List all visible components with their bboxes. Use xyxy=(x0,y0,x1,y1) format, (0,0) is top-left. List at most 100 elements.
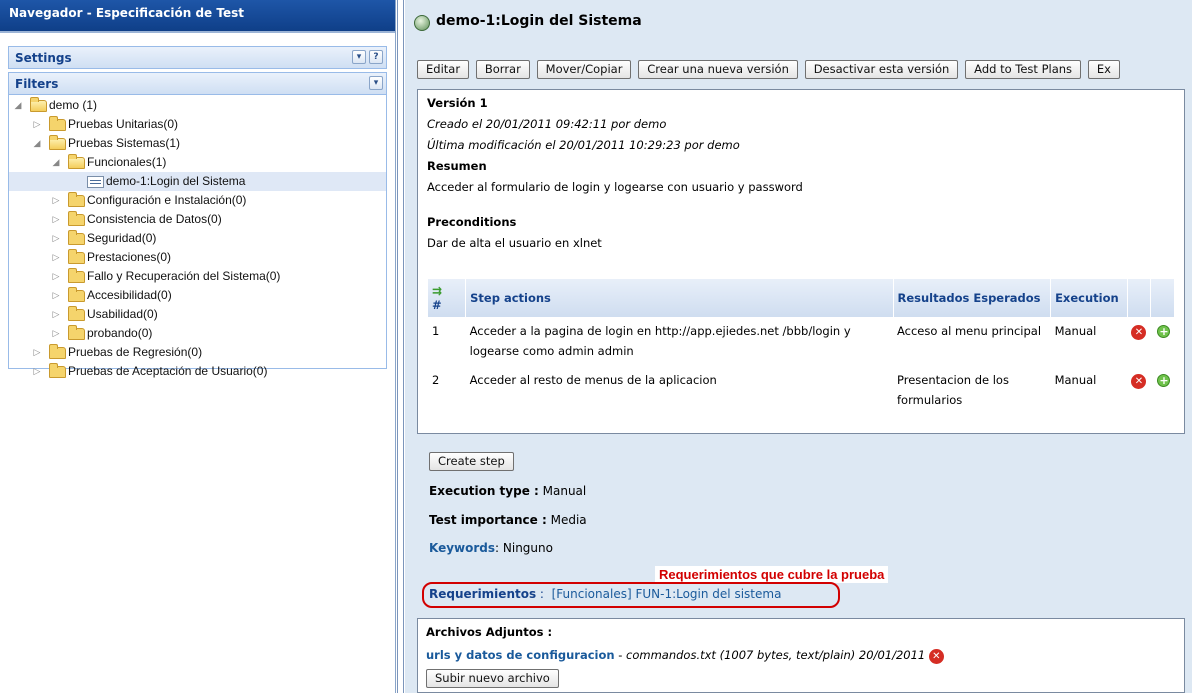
create-step-button[interactable]: Create step xyxy=(429,452,514,471)
tree-folder-node[interactable]: ▷ Seguridad(0) xyxy=(9,229,386,248)
tree-folder-node[interactable]: ▷ Pruebas de Aceptación de Usuario(0) xyxy=(9,362,386,381)
folder-icon xyxy=(68,287,85,302)
step-row[interactable]: 2 Acceder al resto de menus de la aplicac… xyxy=(428,366,1175,415)
modified-info: Última modificación el 20/01/2011 10:29:… xyxy=(427,138,740,152)
collapse-arrow-icon[interactable]: ◢ xyxy=(13,96,23,115)
testcase-icon xyxy=(414,15,430,31)
tree-folder-node[interactable]: ▷ probando(0) xyxy=(9,324,386,343)
delete-step-icon[interactable]: ✕ xyxy=(1131,325,1147,340)
expand-arrow-icon[interactable]: ▷ xyxy=(51,286,61,305)
tree-node-label: Pruebas Unitarias(0) xyxy=(68,117,179,131)
export-button[interactable]: Ex xyxy=(1087,60,1120,79)
expand-arrow-icon[interactable]: ▷ xyxy=(32,343,42,362)
expand-arrow-icon[interactable]: ▷ xyxy=(51,324,61,343)
created-info: Creado el 20/01/2011 09:42:11 por demo xyxy=(427,117,667,131)
keywords-label: Keywords xyxy=(429,541,496,555)
insert-step-icon[interactable]: + xyxy=(1157,325,1171,338)
requirement-link[interactable]: [Funcionales] FUN-1:Login del sistema xyxy=(552,587,782,601)
expand-arrow-icon[interactable]: ▷ xyxy=(51,191,61,210)
test-spec-tree: ◢ demo (1) ▷ Pruebas Unitarias(0) ◢ Pruebas S… xyxy=(8,95,387,378)
folder-icon xyxy=(68,211,85,226)
expand-arrow-icon[interactable]: ▷ xyxy=(32,362,42,381)
importance-value: Media xyxy=(550,513,587,527)
delete-step-icon[interactable]: ✕ xyxy=(1131,374,1147,389)
tree-folder-node[interactable]: ▷ Usabilidad(0) xyxy=(9,305,386,324)
panel-splitter[interactable] xyxy=(397,0,404,693)
tree-folder-node[interactable]: ▷ Accesibilidad(0) xyxy=(9,286,386,305)
settings-label: Settings xyxy=(15,51,72,65)
step-row[interactable]: 1 Acceder a la pagina de login en http://… xyxy=(428,317,1175,366)
requirements-row: Requerimientos : [Funcionales] FUN-1:Log… xyxy=(429,587,782,601)
tree-folder-node[interactable]: ▷ Configuración e Instalación(0) xyxy=(9,191,386,210)
step-execution: Manual xyxy=(1054,324,1097,338)
attachment-row: urls y datos de configuracion - commando… xyxy=(426,645,1176,669)
filters-label: Filters xyxy=(15,77,59,91)
tree-folder-node[interactable]: ◢ demo (1) xyxy=(9,96,386,115)
settings-section-header[interactable]: Settings ▾ ? xyxy=(8,46,387,69)
tree-folder-node[interactable]: ▷ Pruebas Unitarias(0) xyxy=(9,115,386,134)
tree-node-label: Seguridad(0) xyxy=(87,231,157,245)
chevron-down-icon[interactable]: ▾ xyxy=(369,76,383,90)
step-action: Acceder al resto de menus de la aplicaci… xyxy=(469,373,717,387)
collapse-arrow-icon[interactable]: ◢ xyxy=(32,134,42,153)
step-expected: Presentacion de los formularios xyxy=(897,373,1009,407)
tree-folder-node[interactable]: ◢ Pruebas Sistemas(1) xyxy=(9,134,386,153)
version-label: Versión 1 xyxy=(427,96,488,110)
expand-arrow-icon[interactable]: ▷ xyxy=(51,210,61,229)
expand-arrow-icon[interactable]: ▷ xyxy=(51,267,61,286)
importance-label: Test importance : xyxy=(429,513,547,527)
testcase-toolbar: Editar Borrar Mover/Copiar Crear una nue… xyxy=(417,60,1123,79)
folder-icon xyxy=(30,97,47,112)
insert-step-icon[interactable]: + xyxy=(1157,374,1171,387)
upload-file-button[interactable]: Subir nuevo archivo xyxy=(426,669,559,688)
reorder-steps-icon[interactable]: ⇉ xyxy=(432,284,461,298)
step-number: 1 xyxy=(432,324,440,338)
tree-folder-node[interactable]: ▷ Consistencia de Datos(0) xyxy=(9,210,386,229)
edit-button[interactable]: Editar xyxy=(417,60,470,79)
tree-folder-node[interactable]: ▷ Prestaciones(0) xyxy=(9,248,386,267)
step-actions-header: Step actions xyxy=(465,279,894,317)
navigator-title: Navegador - Especificación de Test xyxy=(0,0,395,33)
expand-arrow-icon[interactable]: ▷ xyxy=(51,248,61,267)
delete-attachment-icon[interactable]: ✕ xyxy=(928,649,944,664)
tree-testcase-node[interactable]: demo-1:Login del Sistema xyxy=(9,172,386,191)
move-copy-button[interactable]: Mover/Copiar xyxy=(536,60,632,79)
steps-num-header[interactable]: ⇉ # xyxy=(428,279,467,317)
add-to-test-plans-button[interactable]: Add to Test Plans xyxy=(965,60,1082,79)
tree-folder-node[interactable]: ▷ Fallo y Recuperación del Sistema(0) xyxy=(9,267,386,286)
attachments-section: Archivos Adjuntos : urls y datos de conf… xyxy=(417,618,1185,693)
expand-arrow-icon[interactable]: ▷ xyxy=(51,305,61,324)
attachments-label: Archivos Adjuntos : xyxy=(426,625,553,639)
help-icon[interactable]: ? xyxy=(369,50,383,64)
testcase-icon xyxy=(87,176,104,188)
expected-results-header: Resultados Esperados xyxy=(893,279,1052,317)
collapse-arrow-icon[interactable]: ◢ xyxy=(51,153,61,172)
folder-icon xyxy=(68,192,85,207)
attachment-link[interactable]: urls y datos de configuracion xyxy=(426,648,615,662)
tree-node-label: demo (1) xyxy=(49,98,98,112)
tree-node-label: Pruebas Sistemas(1) xyxy=(68,136,181,150)
tree-folder-node[interactable]: ◢ Funcionales(1) xyxy=(9,153,386,172)
keywords-value: Ninguno xyxy=(502,541,553,555)
deactivate-version-button[interactable]: Desactivar esta versión xyxy=(804,60,959,79)
folder-icon xyxy=(49,116,66,131)
delete-button[interactable]: Borrar xyxy=(475,60,530,79)
tree-node-label: Prestaciones(0) xyxy=(87,250,172,264)
execution-type-value: Manual xyxy=(542,484,587,498)
tree-node-label: Usabilidad(0) xyxy=(87,307,158,321)
new-version-button[interactable]: Crear una nueva versión xyxy=(638,60,798,79)
tree-node-label: Funcionales(1) xyxy=(87,155,167,169)
step-expected: Acceso al menu principal xyxy=(897,324,1042,338)
testcase-header: demo-1:Login del Sistema xyxy=(405,0,1192,46)
testcase-panel: demo-1:Login del Sistema Editar Borrar M… xyxy=(405,0,1192,693)
chevron-down-icon[interactable]: ▾ xyxy=(352,50,366,64)
expand-arrow-icon[interactable]: ▷ xyxy=(51,229,61,248)
expand-arrow-icon[interactable]: ▷ xyxy=(32,115,42,134)
tree-folder-node[interactable]: ▷ Pruebas de Regresión(0) xyxy=(9,343,386,362)
filters-section-header[interactable]: Filters ▾ xyxy=(8,72,387,95)
step-action: Acceder a la pagina de login en http://a… xyxy=(469,324,851,358)
tree-node-label: Accesibilidad(0) xyxy=(87,288,172,302)
tree-node-label: probando(0) xyxy=(87,326,153,340)
step-number: 2 xyxy=(432,373,440,387)
tree-node-label: Consistencia de Datos(0) xyxy=(87,212,222,226)
